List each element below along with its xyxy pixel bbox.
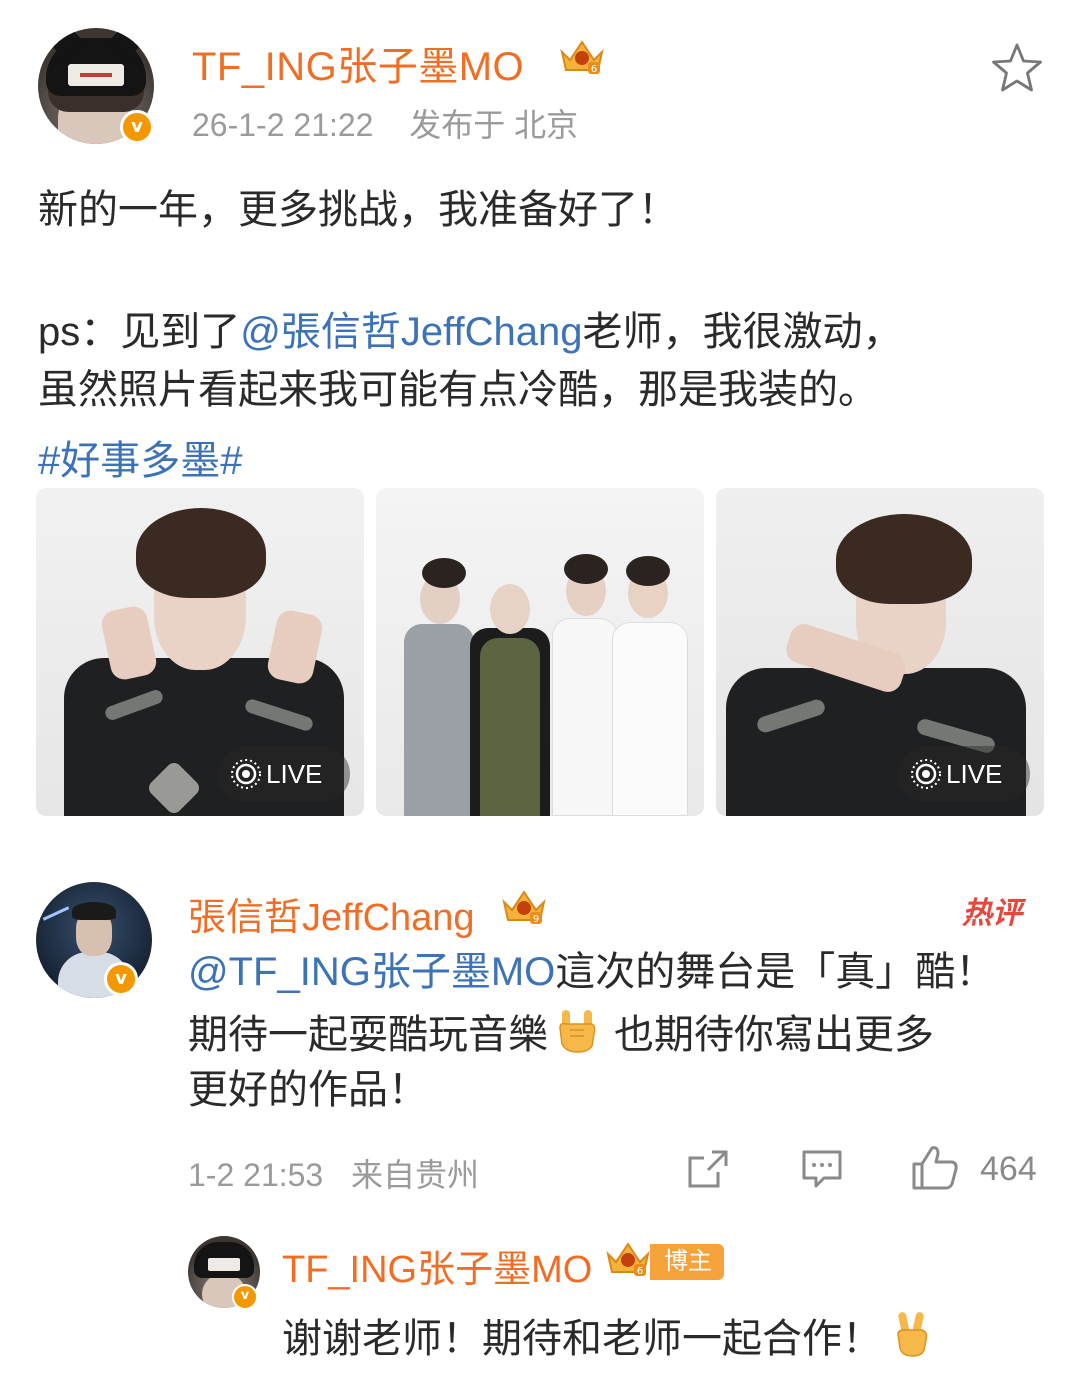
comment-text-line-2: 期待一起耍酷玩音樂 也期待你寫出更多 (188, 1008, 934, 1059)
blogger-badge: 博主 (650, 1244, 724, 1280)
post-photo-1[interactable]: LIVE (36, 488, 364, 816)
comment-text-part: 也期待你寫出更多 (614, 1013, 934, 1057)
post-photo-2[interactable] (376, 488, 704, 816)
live-photo-badge: LIVE (218, 746, 350, 802)
post-meta: 26-1-2 21:22 发布于 北京 (192, 100, 578, 146)
comment-text-part: 這次的舞台是「真」酷！ (555, 950, 996, 994)
reply-author-name[interactable]: TF_ING张子墨MO (282, 1238, 592, 1293)
comment-text-part: 期待一起耍酷玩音樂 (188, 1013, 548, 1057)
comment-icon[interactable] (800, 1148, 844, 1192)
reply-text-content: 谢谢老师！期待和老师一起合作！ (282, 1317, 882, 1361)
mention-link[interactable]: @TF_ING张子墨MO (188, 950, 555, 994)
post-text-prefix: ps：见到了 (38, 310, 241, 354)
avatar-beanie (46, 28, 146, 96)
svg-text:6: 6 (637, 1266, 643, 1277)
photo-person-head (490, 584, 530, 634)
post-author-name[interactable]: TF_ING张子墨MO (192, 34, 524, 92)
verified-badge-icon: v (120, 110, 154, 144)
victory-hand-emoji-icon (897, 1312, 928, 1357)
reply-text: 谢谢老师！期待和老师一起合作！ (282, 1306, 932, 1364)
comment-source: 来自贵州 (351, 1157, 480, 1193)
hashtag-link[interactable]: #好事多墨# (38, 428, 243, 486)
photo-person-hair (564, 554, 608, 584)
post-text-suffix: 老师，我很激动， (582, 310, 903, 354)
comment-author-name[interactable]: 張信哲JeffChang (188, 886, 475, 941)
live-photo-badge: LIVE (898, 746, 1030, 802)
photo-person (552, 618, 618, 816)
like-count: 464 (980, 1150, 1037, 1188)
share-icon[interactable] (686, 1148, 730, 1190)
photo-figure-hair (136, 508, 266, 598)
post-timestamp: 26-1-2 21:22 (192, 107, 374, 143)
comment-meta: 1-2 21:53 来自贵州 (188, 1150, 479, 1196)
post-text-line-1: 新的一年，更多挑战，我准备好了！ (38, 188, 678, 232)
verified-badge-icon: v (232, 1284, 258, 1310)
svg-text:9: 9 (533, 914, 539, 925)
star-outline-icon[interactable] (990, 42, 1044, 94)
crown-badge-icon: 6 (560, 40, 604, 75)
photo-person-coat (480, 638, 540, 816)
live-label: LIVE (946, 759, 1003, 789)
photo-figure-hair (836, 514, 972, 604)
live-photo-icon (911, 759, 941, 789)
svg-text:6: 6 (591, 64, 597, 75)
comment-text-line-3: 更好的作品！ (188, 1068, 428, 1112)
photo-person-hair (626, 556, 670, 586)
crown-badge-icon: 6 (606, 1242, 650, 1277)
post-text-line-3: 虽然照片看起来我可能有点冷酷，那是我装的。 (38, 368, 878, 412)
photo-person-hair (422, 558, 466, 588)
live-photo-icon (231, 759, 261, 789)
post-text-line-2: ps：见到了@張信哲JeffChang老师，我很激动， (38, 308, 902, 356)
live-label: LIVE (266, 759, 323, 789)
crown-badge-icon: 9 (502, 890, 546, 925)
comment-timestamp: 1-2 21:53 (188, 1157, 324, 1193)
post-location: 发布于 北京 (409, 107, 579, 143)
verified-badge-icon: v (104, 962, 138, 996)
mention-link[interactable]: @張信哲JeffChang (240, 310, 582, 354)
thumbs-up-icon[interactable] (910, 1144, 960, 1192)
photo-person (404, 624, 474, 816)
rock-hand-emoji-icon (559, 1010, 596, 1053)
hot-comment-tag: 热评 (962, 897, 1022, 930)
post-photo-3[interactable]: LIVE (716, 488, 1044, 816)
photo-person (612, 622, 688, 816)
comment-text-line-1: @TF_ING张子墨MO這次的舞台是「真」酷！ (188, 948, 995, 996)
